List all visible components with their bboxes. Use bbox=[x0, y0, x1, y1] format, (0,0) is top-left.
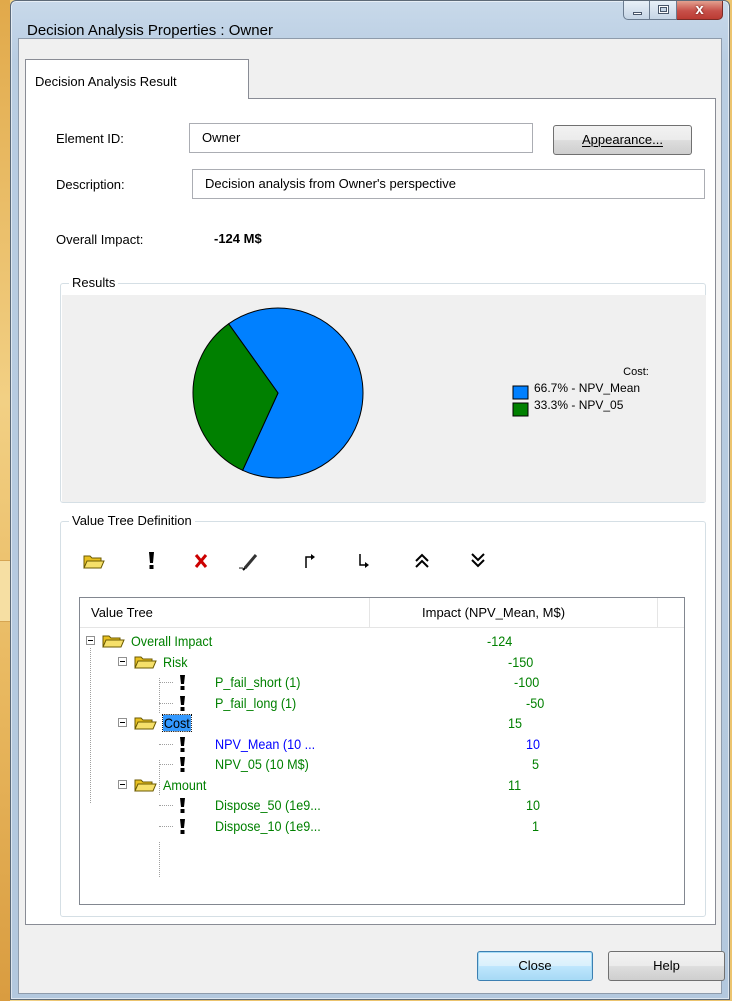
minimize-button[interactable] bbox=[623, 1, 650, 20]
window-title: Decision Analysis Properties : Owner bbox=[27, 22, 273, 39]
close-button[interactable]: Close bbox=[477, 951, 593, 981]
appearance-button-label: Appearance... bbox=[582, 132, 663, 147]
tree-node-label[interactable]: Cost bbox=[162, 714, 192, 732]
column-header-impact[interactable]: Impact (NPV_Mean, M$) bbox=[370, 598, 658, 628]
move-down-icon[interactable] bbox=[352, 548, 376, 572]
overall-impact-value: -124 M$ bbox=[214, 231, 262, 246]
tree-connector bbox=[159, 825, 173, 827]
folder-icon bbox=[102, 632, 126, 650]
tree-node-impact: -100 bbox=[514, 674, 540, 690]
desktop-background-tile bbox=[0, 560, 10, 622]
description-field[interactable]: Decision analysis from Owner's perspecti… bbox=[192, 169, 705, 199]
tree-row[interactable]: Dispose_10 (1e9... 1 bbox=[80, 816, 684, 836]
leaf-node-icon bbox=[178, 796, 188, 814]
collapse-toggle-icon[interactable] bbox=[118, 779, 127, 789]
collapse-all-icon[interactable] bbox=[466, 548, 490, 572]
tree-connector bbox=[159, 764, 173, 765]
tree-node-label[interactable]: Dispose_50 (1e9... bbox=[215, 797, 321, 813]
tree-node-label[interactable]: Amount bbox=[163, 777, 206, 793]
pie-chart: Cost: 66.7% - NPV_Mean 33.3% - NPV_05 bbox=[192, 307, 649, 479]
tree-node-label[interactable]: Overall Impact bbox=[131, 633, 212, 649]
tree-node-impact: 11 bbox=[508, 776, 522, 793]
value-tree-list[interactable]: Value Tree Impact (NPV_Mean, M$) Overall… bbox=[79, 597, 685, 905]
tab-decision-analysis-result[interactable]: Decision Analysis Result bbox=[25, 59, 249, 99]
add-leaf-icon[interactable] bbox=[140, 548, 164, 572]
tree-node-impact: -124 bbox=[487, 633, 513, 649]
tree-row[interactable]: Amount 11 bbox=[80, 775, 684, 795]
tree-row[interactable]: NPV_Mean (10 ... 10 bbox=[80, 734, 684, 754]
legend-label-0: 66.7% - NPV_Mean bbox=[534, 381, 640, 395]
collapse-toggle-icon[interactable] bbox=[86, 636, 95, 645]
tree-connector bbox=[159, 678, 160, 713]
folder-icon bbox=[134, 653, 158, 671]
move-up-icon[interactable] bbox=[298, 548, 322, 572]
results-group-title: Results bbox=[69, 275, 119, 290]
tree-node-impact: 5 bbox=[532, 756, 540, 772]
element-id-field[interactable]: Owner bbox=[189, 123, 533, 153]
tree-node-impact: 10 bbox=[526, 797, 541, 813]
tree-row[interactable]: Overall Impact -124 bbox=[80, 631, 684, 651]
tree-node-label[interactable]: NPV_05 (10 M$) bbox=[215, 756, 309, 772]
tree-row[interactable]: Cost 15 bbox=[80, 713, 684, 733]
tree-connector bbox=[159, 760, 160, 795]
tree-connector bbox=[159, 682, 173, 683]
delete-icon[interactable] bbox=[190, 548, 214, 572]
legend-label-1: 33.3% - NPV_05 bbox=[534, 398, 624, 412]
leaf-node-icon bbox=[178, 694, 188, 712]
close-icon: x bbox=[695, 1, 704, 18]
tree-node-impact: 15 bbox=[508, 715, 523, 731]
tree-node-label[interactable]: Dispose_10 (1e9... bbox=[215, 818, 321, 834]
legend-swatch-1 bbox=[512, 402, 529, 417]
add-folder-icon[interactable] bbox=[82, 548, 106, 572]
legend-swatch-0 bbox=[512, 385, 529, 400]
tree-row[interactable]: P_fail_short (1) -100 bbox=[80, 672, 684, 692]
expand-all-icon[interactable] bbox=[410, 548, 434, 572]
tree-connector bbox=[159, 805, 173, 806]
desktop-background bbox=[0, 0, 10, 1001]
tree-node-label[interactable]: NPV_Mean (10 ... bbox=[215, 736, 315, 752]
column-header-value-tree[interactable]: Value Tree bbox=[80, 598, 370, 628]
tree-connector bbox=[159, 743, 173, 745]
leaf-node-icon bbox=[178, 817, 188, 835]
tree-node-label[interactable]: Risk bbox=[163, 654, 188, 670]
leaf-node-icon bbox=[178, 735, 188, 753]
description-label: Description: bbox=[56, 177, 125, 192]
element-id-label: Element ID: bbox=[56, 131, 124, 146]
edit-icon[interactable] bbox=[238, 548, 262, 572]
tree-node-impact: -150 bbox=[508, 653, 534, 670]
value-tree-group-title: Value Tree Definition bbox=[69, 513, 195, 528]
tree-row[interactable]: Risk -150 bbox=[80, 652, 684, 672]
maximize-icon bbox=[658, 5, 669, 14]
tree-connector bbox=[159, 842, 160, 877]
tree-node-impact: 1 bbox=[532, 817, 540, 834]
tree-node-label[interactable]: P_fail_long (1) bbox=[215, 695, 296, 711]
tree-row[interactable]: Dispose_50 (1e9... 10 bbox=[80, 795, 684, 815]
collapse-toggle-icon[interactable] bbox=[118, 656, 127, 666]
selected-node-label[interactable]: Cost bbox=[162, 714, 192, 732]
leaf-node-icon bbox=[178, 673, 188, 691]
tree-row[interactable]: P_fail_long (1) -50 bbox=[80, 693, 684, 713]
folder-icon bbox=[134, 714, 158, 732]
leaf-node-icon bbox=[178, 755, 188, 773]
appearance-button[interactable]: Appearance... bbox=[553, 125, 692, 155]
window-close-button[interactable]: x bbox=[677, 1, 723, 20]
tree-node-impact: -50 bbox=[526, 694, 545, 711]
tree-node-impact: 10 bbox=[526, 735, 541, 752]
column-header-filler bbox=[658, 598, 684, 628]
maximize-button[interactable] bbox=[650, 1, 677, 20]
tree-connector bbox=[159, 702, 173, 704]
tree-row[interactable]: NPV_05 (10 M$) 5 bbox=[80, 754, 684, 774]
results-chart-area: Cost: 66.7% - NPV_Mean 33.3% - NPV_05 bbox=[62, 295, 706, 502]
folder-icon bbox=[134, 776, 158, 794]
tab-label: Decision Analysis Result bbox=[35, 74, 177, 89]
legend-title: Cost: bbox=[623, 366, 649, 378]
help-button[interactable]: Help bbox=[608, 951, 725, 981]
tree-node-label[interactable]: P_fail_short (1) bbox=[215, 674, 300, 690]
tree-connector bbox=[90, 648, 91, 803]
collapse-toggle-icon[interactable] bbox=[118, 718, 127, 727]
overall-impact-label: Overall Impact: bbox=[56, 232, 144, 247]
minimize-icon bbox=[633, 12, 642, 15]
caption-buttons: x bbox=[623, 1, 723, 21]
